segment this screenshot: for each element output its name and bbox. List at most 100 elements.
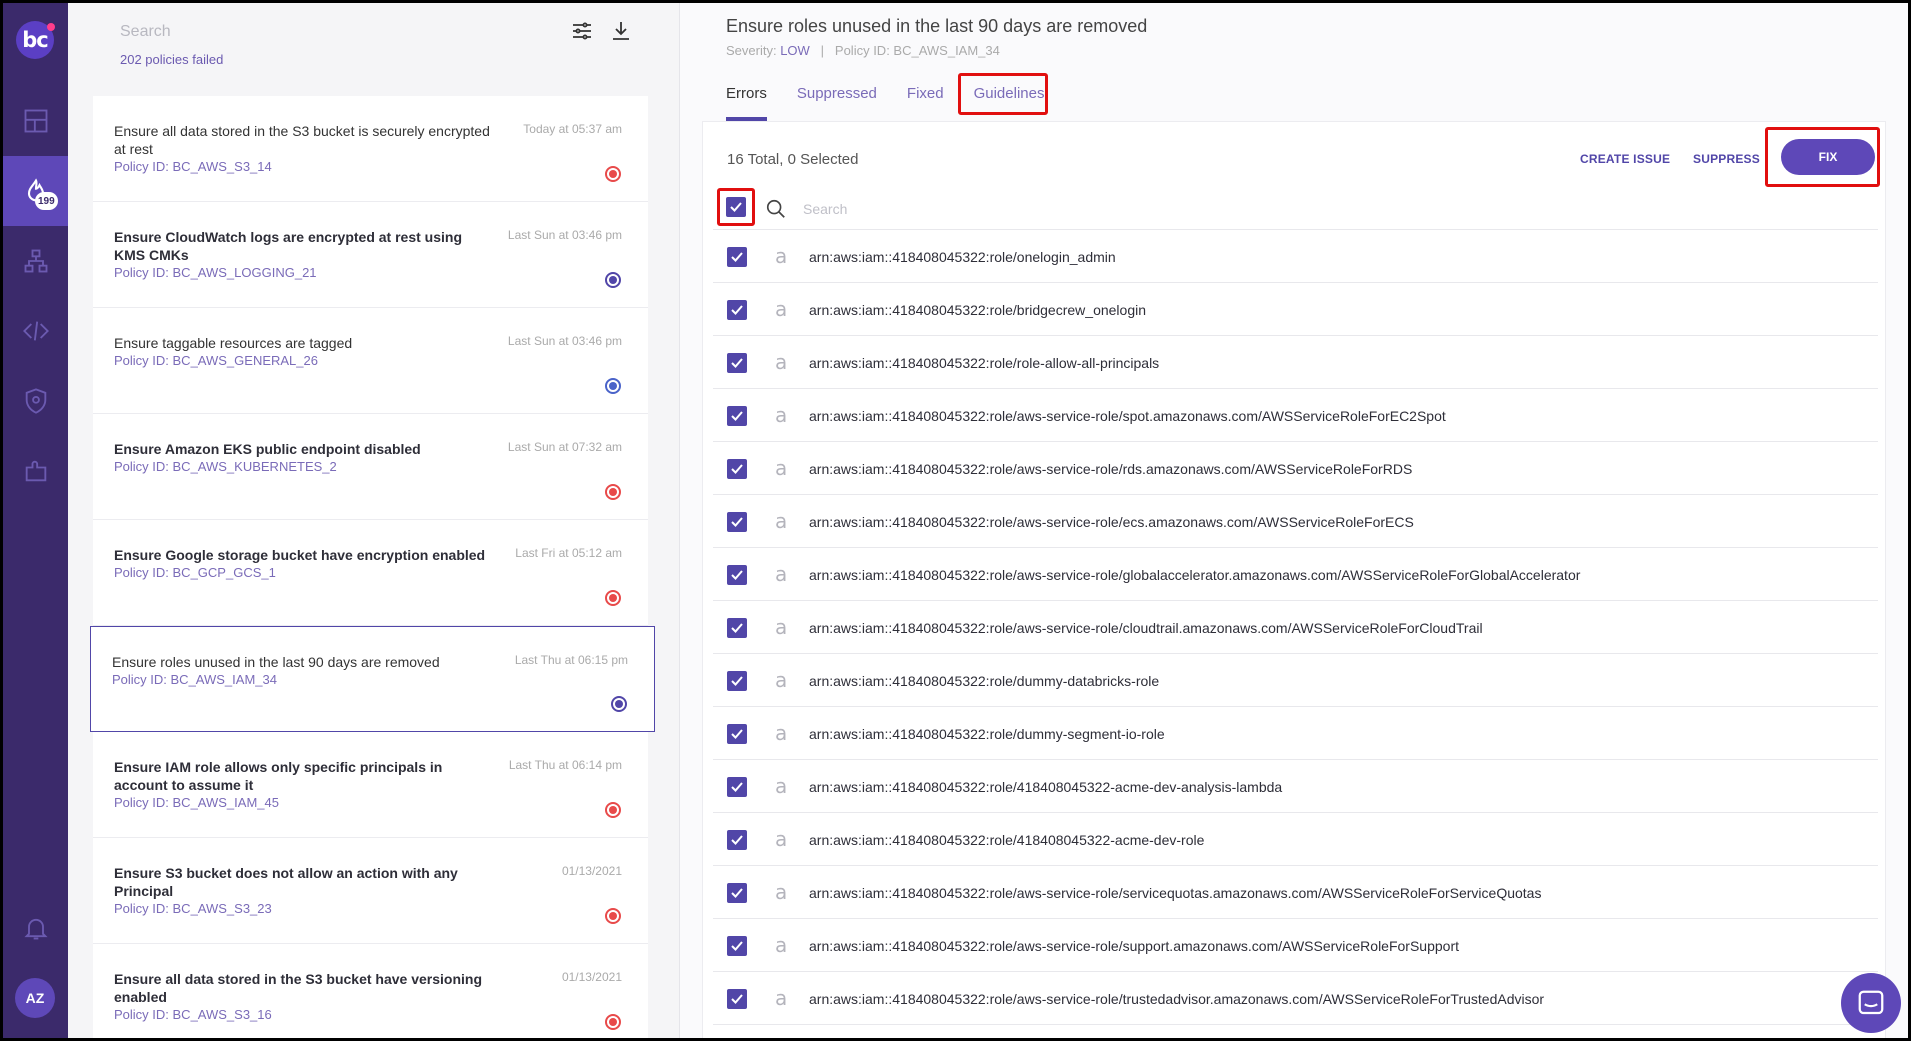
dashboard-icon [24,109,47,133]
resource-row[interactable]: a arn:aws:iam::418408045322:role/aws-serv… [713,389,1878,442]
nav-code[interactable] [3,296,68,366]
policy-card-time: 01/13/2021 [561,864,622,878]
amazon-icon: a [775,350,788,374]
row-checkbox[interactable] [727,830,747,850]
policy-card[interactable]: Ensure Google storage bucket have encryp… [93,520,648,626]
tab-fixed[interactable]: Fixed [907,85,944,121]
resource-row[interactable]: a arn:aws:iam::418408045322:role/aws-serv… [713,972,1878,1025]
nav-resources[interactable] [3,226,68,296]
severity-icon [605,378,621,394]
row-checkbox[interactable] [727,353,747,373]
row-checkbox[interactable] [727,777,747,797]
check-icon [731,835,743,845]
user-avatar[interactable]: AZ [15,978,55,1018]
policy-card-time: Last Sun at 07:32 am [507,440,622,454]
resource-row[interactable]: a arn:aws:iam::418408045322:role/41840804… [713,813,1878,866]
selection-summary: 16 Total, 0 Selected [727,151,859,168]
resource-row[interactable]: a arn:aws:iam::418408045322:role/role-all… [713,336,1878,389]
check-icon [731,517,743,527]
resource-arn: arn:aws:iam::418408045322:role/onelogin_… [809,249,1116,265]
policy-id: Policy ID: BC_AWS_IAM_34 [834,43,1000,58]
row-checkbox[interactable] [727,936,747,956]
policy-card[interactable]: Ensure Amazon EKS public endpoint disabl… [93,414,648,520]
filter-icon[interactable] [570,19,594,43]
resource-arn: arn:aws:iam::418408045322:role/aws-servi… [809,461,1413,477]
row-checkbox[interactable] [727,671,747,691]
policy-card[interactable]: Ensure S3 bucket does not allow an actio… [93,838,648,944]
resource-row[interactable]: a arn:aws:iam::418408045322:role/aws-serv… [713,442,1878,495]
policy-list-panel: Search 202 policies failed Ensure all da… [68,3,680,1038]
policy-card[interactable]: Ensure all data stored in the S3 bucket … [93,944,648,1038]
suppress-button[interactable]: SUPPRESS [1693,152,1760,166]
nav-policies[interactable] [3,366,68,436]
check-icon [731,623,743,633]
nav-dashboard[interactable] [3,86,68,156]
tab-errors[interactable]: Errors [726,85,767,121]
policy-title: Ensure roles unused in the last 90 days … [726,16,1148,36]
row-checkbox[interactable] [727,883,747,903]
row-checkbox[interactable] [727,247,747,267]
search-icon[interactable] [765,198,787,220]
integrations-icon [25,460,46,482]
row-checkbox[interactable] [727,512,747,532]
severity-icon [605,272,621,288]
resource-row[interactable]: a arn:aws:iam::418408045322:role/aws-serv… [713,495,1878,548]
resource-row[interactable]: a arn:aws:iam::418408045322:role/aws-serv… [713,919,1878,972]
resource-row[interactable]: a arn:aws:iam::418408045322:role/41840804… [713,760,1878,813]
policy-card[interactable]: Ensure roles unused in the last 90 days … [90,626,655,732]
row-checkbox[interactable] [727,565,747,585]
amazon-icon: a [775,456,788,480]
download-icon[interactable] [609,19,633,43]
resource-arn: arn:aws:iam::418408045322:role/aws-servi… [809,938,1460,954]
row-checkbox[interactable] [727,618,747,638]
check-icon [731,570,743,580]
resource-row[interactable]: a arn:aws:iam::418408045322:role/onelogin… [713,230,1878,283]
row-checkbox[interactable] [727,300,747,320]
severity-icon [605,802,621,818]
amazon-icon: a [775,668,788,692]
row-checkbox[interactable] [727,989,747,1009]
row-checkbox[interactable] [727,406,747,426]
resource-row[interactable]: a arn:aws:iam::418408045322:role/dummy-da… [713,654,1878,707]
resource-row[interactable]: a arn:aws:iam::418408045322:role/aws-serv… [713,548,1878,601]
policy-meta: Severity: LOW | Policy ID: BC_AWS_IAM_34 [726,43,1000,58]
check-icon [731,888,743,898]
logo-dot [47,23,55,31]
chat-button[interactable] [1841,973,1901,1033]
policy-card[interactable]: Ensure all data stored in the S3 bucket … [93,96,648,202]
resource-search-input[interactable]: Search [803,201,847,217]
severity-icon [611,696,627,712]
row-checkbox[interactable] [727,724,747,744]
amazon-icon: a [775,933,788,957]
tab-suppressed[interactable]: Suppressed [797,85,877,121]
resource-row[interactable]: a arn:aws:iam::418408045322:role/bridgecr… [713,283,1878,336]
nav-incidents[interactable]: 199 [3,156,68,226]
create-issue-button[interactable]: CREATE ISSUE [1580,152,1670,166]
policy-card[interactable]: Ensure taggable resources are tagged Poli… [93,308,648,414]
resource-row[interactable]: a arn:aws:iam::418408045322:role/aws-serv… [713,601,1878,654]
fix-button[interactable]: FIX [1781,139,1875,175]
policy-card-title: Ensure S3 bucket does not allow an actio… [114,865,458,899]
check-icon [731,676,743,686]
policy-search-input[interactable]: Search [120,23,171,41]
policy-card[interactable]: Ensure CloudWatch logs are encrypted at … [93,202,648,308]
nav-integrations[interactable] [3,436,68,506]
amazon-icon: a [775,403,788,427]
policy-card-id: Policy ID: BC_AWS_S3_14 [114,159,272,174]
check-icon [731,358,743,368]
policy-card-id: Policy ID: BC_GCP_GCS_1 [114,565,276,580]
amazon-icon: a [775,297,788,321]
check-icon [730,202,742,212]
policy-card[interactable]: Ensure IAM role allows only specific pri… [93,732,648,838]
nav-notifications[interactable] [3,893,68,963]
policy-card-title: Ensure Google storage bucket have encryp… [114,547,486,563]
resource-row[interactable]: a arn:aws:iam::418408045322:role/aws-serv… [713,866,1878,919]
resource-arn: arn:aws:iam::418408045322:role/aws-servi… [809,620,1483,636]
resource-row[interactable]: a arn:aws:iam::418408045322:role/dummy-se… [713,707,1878,760]
row-checkbox[interactable] [727,459,747,479]
check-icon [731,941,743,951]
policy-detail: Ensure roles unused in the last 90 days … [680,3,1908,1038]
select-all-checkbox[interactable] [726,197,746,217]
check-icon [731,994,743,1004]
severity-icon [605,1014,621,1030]
